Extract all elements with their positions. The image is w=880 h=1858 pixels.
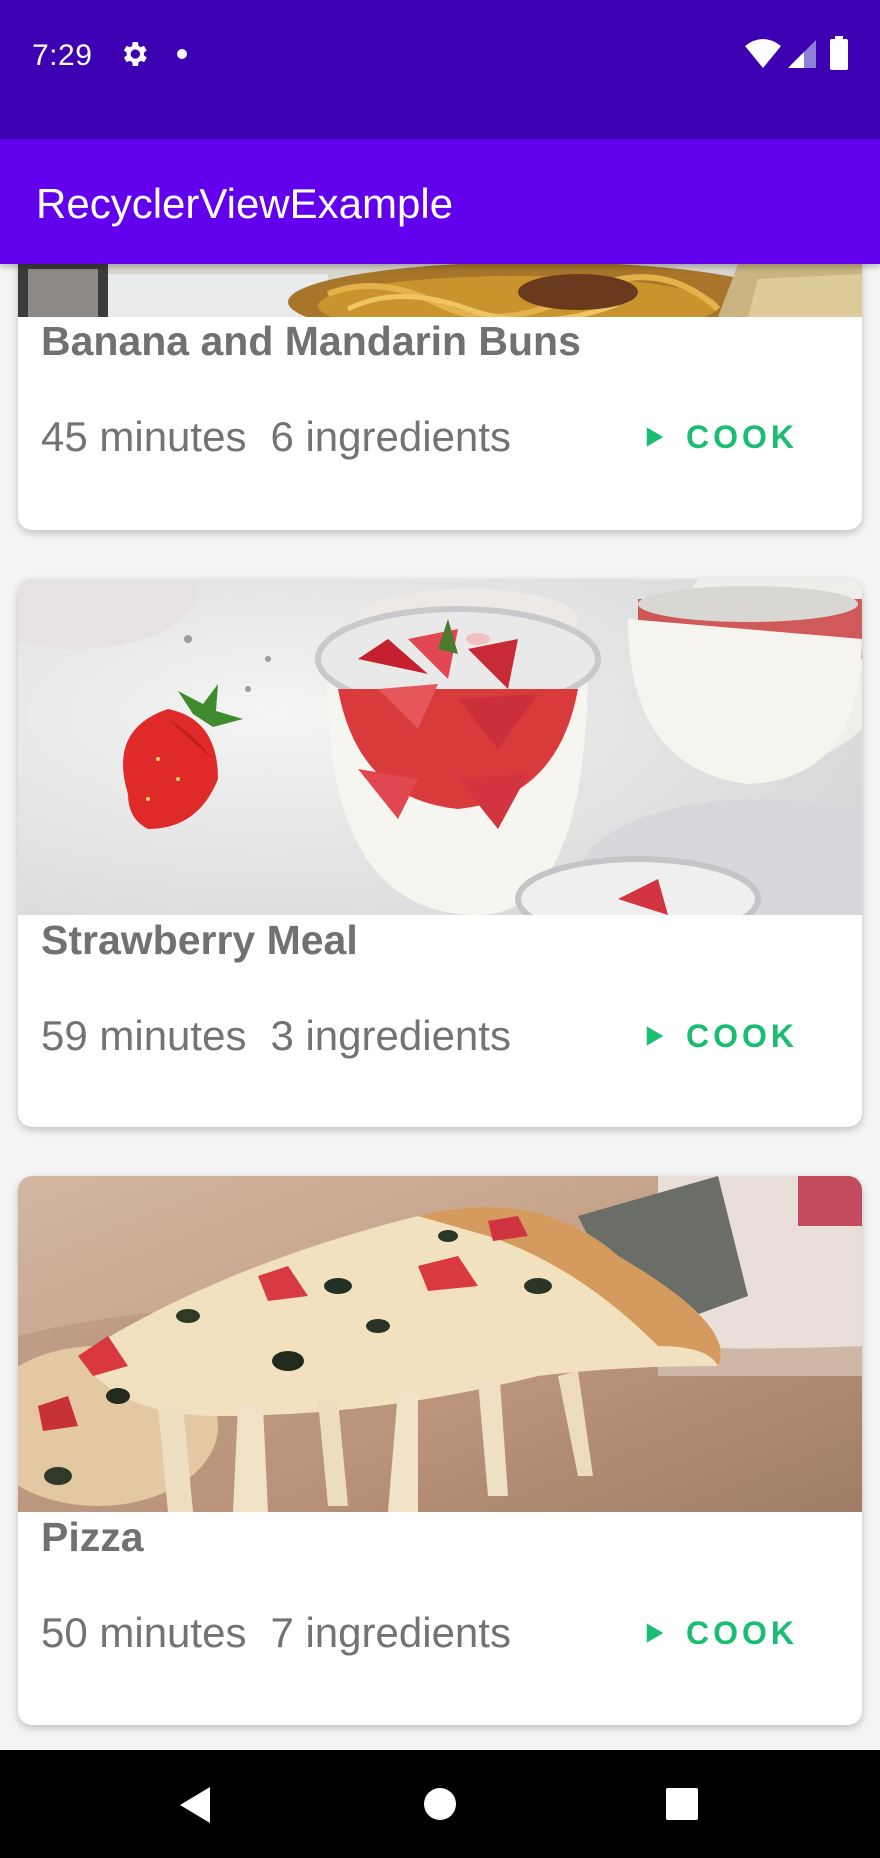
recipe-list[interactable]: Banana and Mandarin Buns 45 minutes 6 ing… xyxy=(0,264,880,1750)
recipe-ingredients: 7 ingredients xyxy=(270,1609,511,1656)
recipe-title: Strawberry Meal xyxy=(41,917,358,963)
recipe-card[interactable]: Strawberry Meal 59 minutes 3 ingredients … xyxy=(18,579,862,1127)
play-icon xyxy=(646,1623,664,1643)
cook-label: COOK xyxy=(686,1615,798,1651)
recipe-ingredients: 3 ingredients xyxy=(270,1012,511,1059)
navigation-bar xyxy=(0,1750,880,1858)
cook-label: COOK xyxy=(686,1018,798,1054)
play-icon xyxy=(646,427,664,447)
recipe-meta: 59 minutes 3 ingredients xyxy=(41,1011,511,1061)
recipe-duration: 45 minutes xyxy=(41,413,247,460)
notification-dot xyxy=(177,49,187,59)
recipe-title: Pizza xyxy=(41,1514,144,1560)
recipe-meta: 50 minutes 7 ingredients xyxy=(41,1608,511,1658)
play-icon xyxy=(646,1026,664,1046)
recipe-duration: 59 minutes xyxy=(41,1012,247,1059)
cook-button[interactable]: COOK xyxy=(620,1601,798,1665)
recipe-card[interactable]: Banana and Mandarin Buns 45 minutes 6 ing… xyxy=(18,264,862,530)
cook-button[interactable]: COOK xyxy=(620,1004,798,1068)
recipe-duration: 50 minutes xyxy=(41,1609,247,1656)
app-title: RecyclerViewExample xyxy=(36,180,454,227)
recipe-meta: 45 minutes 6 ingredients xyxy=(41,412,511,462)
home-icon[interactable] xyxy=(423,1787,457,1821)
status-bar: 7:29 xyxy=(0,0,880,139)
back-icon[interactable] xyxy=(176,1785,214,1825)
recipe-card[interactable]: Pizza 50 minutes 7 ingredients COOK xyxy=(18,1176,862,1725)
battery-icon xyxy=(830,36,848,70)
strawberry-yogurt-photo xyxy=(18,579,862,915)
app-bar: RecyclerViewExample xyxy=(0,139,880,264)
signal-icon xyxy=(788,40,816,68)
cook-button[interactable]: COOK xyxy=(620,405,798,469)
recipe-title: Banana and Mandarin Buns xyxy=(41,318,581,364)
recents-icon[interactable] xyxy=(665,1787,699,1821)
wifi-icon xyxy=(745,39,781,68)
status-time: 7:29 xyxy=(32,39,93,72)
gear-icon xyxy=(123,42,147,66)
noodles-photo xyxy=(18,264,862,317)
cook-label: COOK xyxy=(686,419,798,455)
pizza-slice-photo xyxy=(18,1176,862,1512)
recipe-ingredients: 6 ingredients xyxy=(270,413,511,460)
